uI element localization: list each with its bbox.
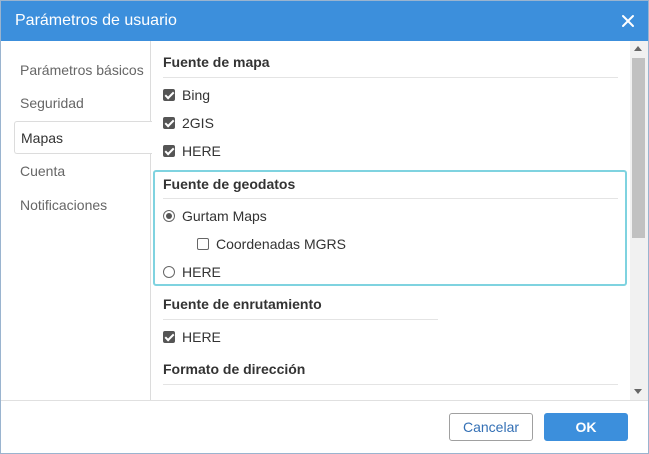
divider (163, 384, 618, 385)
checkbox-checked[interactable] (163, 117, 175, 129)
close-icon[interactable] (618, 11, 638, 31)
divider (163, 319, 438, 320)
sidebar-item-account[interactable]: Cuenta (1, 155, 151, 188)
option-label: Bing (182, 87, 211, 103)
checkbox-checked[interactable] (163, 331, 175, 343)
scroll-thumb[interactable] (632, 58, 645, 238)
sidebar-item-basic-params[interactable]: Parámetros básicos (1, 54, 151, 87)
option-label: HERE (182, 264, 221, 280)
sidebar-item-notifications[interactable]: Notificaciones (1, 189, 151, 222)
sidebar-item-security[interactable]: Seguridad (1, 87, 151, 120)
sidebar-item-maps[interactable]: Mapas (14, 121, 152, 154)
dialog-footer: Cancelar OK (1, 400, 648, 453)
cancel-button[interactable]: Cancelar (449, 413, 533, 441)
user-settings-dialog: Parámetros de usuario Parámetros básicos… (0, 0, 649, 454)
address-format-title: Formato de dirección (163, 361, 306, 377)
checkbox-unchecked[interactable] (197, 238, 209, 250)
geodata-source-title: Fuente de geodatos (163, 176, 296, 192)
dialog-titlebar: Parámetros de usuario (1, 1, 648, 41)
routing-source-title: Fuente de enrutamiento (163, 296, 322, 312)
option-label: 2GIS (182, 115, 214, 131)
scroll-down-arrow-icon[interactable] (634, 389, 642, 394)
scroll-up-arrow-icon[interactable] (634, 46, 642, 51)
option-label: Coordenadas MGRS (216, 236, 346, 252)
dialog-title: Parámetros de usuario (15, 12, 177, 29)
option-label: Gurtam Maps (182, 208, 267, 224)
ok-button[interactable]: OK (544, 413, 628, 441)
radio-selected[interactable] (163, 210, 175, 222)
divider (163, 198, 618, 199)
option-label: HERE (182, 329, 221, 345)
radio-unselected[interactable] (163, 266, 175, 278)
divider (163, 77, 618, 78)
content-scrollbar[interactable] (630, 41, 648, 400)
option-label: HERE (182, 143, 221, 159)
checkbox-checked[interactable] (163, 89, 175, 101)
settings-sidebar: Parámetros básicos Seguridad Mapas Cuent… (1, 41, 152, 400)
maps-settings-panel: Fuente de mapa Bing 2GIS HERE Fuente de … (152, 41, 630, 400)
map-source-title: Fuente de mapa (163, 54, 270, 70)
checkbox-checked[interactable] (163, 145, 175, 157)
